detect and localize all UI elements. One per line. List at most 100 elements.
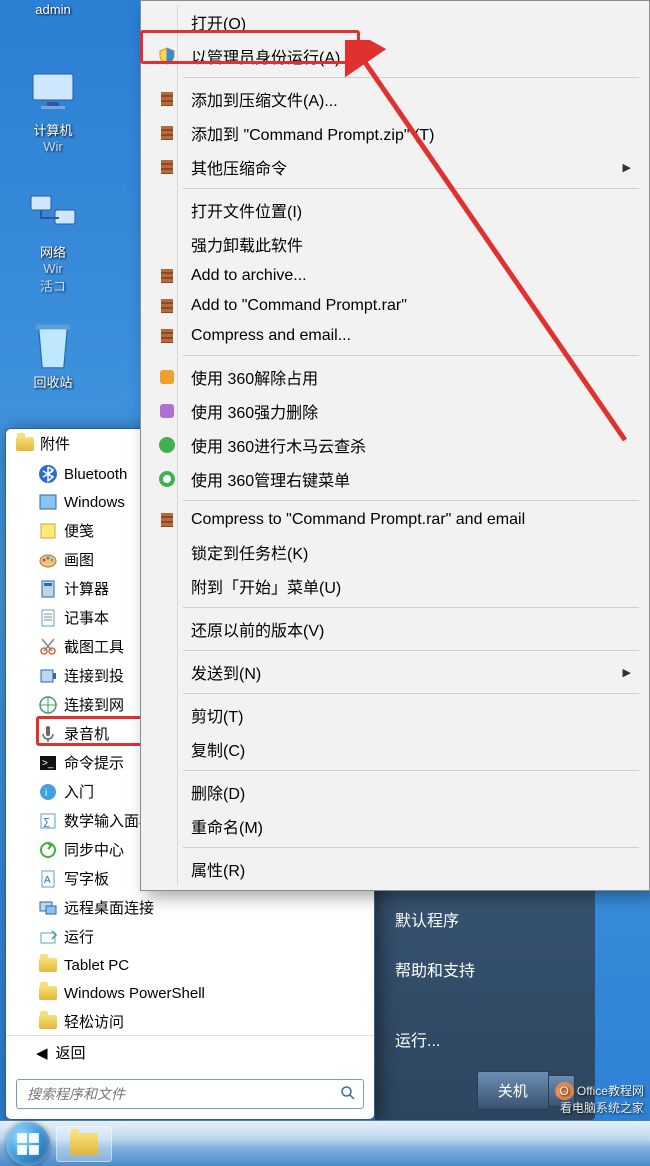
desktop-icon-admin[interactable]: admin — [18, 2, 88, 17]
back-button[interactable]: ◀ 返回 — [6, 1035, 374, 1069]
program-item-label: Windows — [64, 494, 125, 511]
svg-text:A: A — [44, 875, 51, 886]
context-menu-item[interactable]: 剪切(T) — [143, 698, 647, 732]
program-item-folder[interactable]: Tablet PC — [12, 951, 368, 979]
submenu-arrow-icon: ▶ — [623, 666, 639, 679]
wordpad-icon: A — [38, 869, 58, 889]
program-item-label: 连接到投 — [64, 665, 124, 686]
context-menu-label: Add to archive... — [183, 267, 639, 285]
back-arrow-icon: ◀ — [36, 1044, 48, 1062]
rar-icon — [151, 510, 183, 530]
program-item-folder[interactable]: Windows PowerShell — [12, 979, 368, 1007]
desktop-icon-label: 回收站 — [18, 372, 88, 391]
context-menu-item[interactable]: 添加到 "Command Prompt.zip" (T) — [143, 116, 647, 150]
program-item-label: 记事本 — [64, 607, 109, 628]
shutdown-button[interactable]: 关机 — [477, 1071, 549, 1110]
rar-icon — [151, 326, 183, 346]
search-icon — [340, 1085, 356, 1106]
right-link-run[interactable]: 运行... — [375, 1014, 595, 1064]
rar-icon — [151, 123, 183, 143]
program-item-run[interactable]: 运行 — [12, 922, 368, 951]
program-item-label: Tablet PC — [64, 957, 129, 974]
context-menu-item[interactable]: 发送到(N)▶ — [143, 655, 647, 689]
program-item-label: 画图 — [64, 549, 94, 570]
search-input[interactable] — [16, 1079, 364, 1109]
run-icon — [38, 927, 58, 947]
context-menu-label: 还原以前的版本(V) — [183, 617, 639, 641]
desktop-icon-computer[interactable]: 计算机 Wir — [18, 68, 88, 154]
context-menu-item[interactable]: Add to "Command Prompt.rar" — [143, 291, 647, 321]
program-item-label: 写字板 — [64, 868, 109, 889]
watermark: OOffice教程网 看电脑系统之家 — [555, 1082, 644, 1116]
context-menu-item[interactable]: 强力卸载此软件 — [143, 227, 647, 261]
right-link-help[interactable]: 帮助和支持 — [375, 944, 595, 994]
context-menu-label: Compress and email... — [183, 327, 639, 345]
context-menu-item[interactable]: 属性(R) — [143, 852, 647, 886]
context-menu: 打开(O)以管理员身份运行(A) 添加到压缩文件(A)...添加到 "Comman… — [140, 0, 650, 891]
folder-icon — [38, 955, 58, 975]
math-icon: ∑ — [38, 811, 58, 831]
context-menu-label: 使用 360解除占用 — [183, 365, 639, 389]
context-menu-item[interactable]: 打开文件位置(I) — [143, 193, 647, 227]
context-menu-label: Compress to "Command Prompt.rar" and ema… — [183, 511, 639, 529]
desktop-icon-label: admin — [18, 2, 88, 17]
program-item-label: Windows PowerShell — [64, 985, 205, 1002]
separator — [183, 650, 639, 651]
context-menu-item[interactable]: 使用 360管理右键菜单 — [143, 462, 647, 496]
program-item-label: Bluetooth — [64, 466, 127, 483]
context-menu-item[interactable]: 删除(D) — [143, 775, 647, 809]
program-item-label: 远程桌面连接 — [64, 897, 154, 918]
start-button[interactable] — [6, 1122, 50, 1166]
context-menu-item[interactable]: 复制(C) — [143, 732, 647, 766]
context-menu-item[interactable]: 以管理员身份运行(A) — [143, 39, 647, 73]
context-menu-label: 附到「开始」菜单(U) — [183, 574, 639, 598]
windows-icon — [38, 492, 58, 512]
context-menu-item[interactable]: Add to archive... — [143, 261, 647, 291]
context-menu-label: 使用 360管理右键菜单 — [183, 467, 639, 491]
rdp-icon — [38, 898, 58, 918]
program-item-label: 便笺 — [64, 520, 94, 541]
desktop-icon-network[interactable]: 网络 Wir 活コ — [18, 190, 88, 295]
360a-icon — [151, 367, 183, 387]
shield-icon — [151, 46, 183, 66]
program-item-label: 轻松访问 — [64, 1011, 124, 1032]
sync-icon — [38, 840, 58, 860]
search-row — [6, 1069, 374, 1119]
context-menu-item[interactable]: 其他压缩命令▶ — [143, 150, 647, 184]
context-menu-item[interactable]: Compress to "Command Prompt.rar" and ema… — [143, 505, 647, 535]
360b-icon — [151, 401, 183, 421]
computer-icon — [29, 68, 77, 116]
rar-icon — [151, 296, 183, 316]
folder-icon — [38, 1012, 58, 1032]
program-item-rdp[interactable]: 远程桌面连接 — [12, 893, 368, 922]
context-menu-item[interactable]: 重命名(M) — [143, 809, 647, 843]
submenu-arrow-icon: ▶ — [623, 161, 639, 174]
context-menu-label: 其他压缩命令 — [183, 155, 623, 179]
context-menu-label: 强力卸载此软件 — [183, 232, 639, 256]
context-menu-item[interactable]: 使用 360强力删除 — [143, 394, 647, 428]
sticky-icon — [38, 521, 58, 541]
program-item-folder[interactable]: 轻松访问 — [12, 1007, 368, 1035]
360c-icon — [151, 435, 183, 455]
context-menu-item[interactable]: 使用 360解除占用 — [143, 360, 647, 394]
context-menu-label: 删除(D) — [183, 780, 639, 804]
taskbar-explorer[interactable] — [56, 1126, 112, 1162]
cmd-icon: >_ — [38, 753, 58, 773]
context-menu-item[interactable]: 附到「开始」菜单(U) — [143, 569, 647, 603]
separator — [183, 693, 639, 694]
context-menu-item[interactable]: 锁定到任务栏(K) — [143, 535, 647, 569]
desktop-icon-recycle[interactable]: 回收站 — [18, 320, 88, 391]
context-menu-item[interactable]: 打开(O) — [143, 5, 647, 39]
right-link-default[interactable]: 默认程序 — [375, 894, 595, 944]
context-menu-label: 发送到(N) — [183, 660, 623, 684]
context-menu-item[interactable]: 添加到压缩文件(A)... — [143, 82, 647, 116]
network-icon — [38, 695, 58, 715]
program-item-label: 运行 — [64, 926, 94, 947]
context-menu-item[interactable]: 还原以前的版本(V) — [143, 612, 647, 646]
snip-icon — [38, 637, 58, 657]
notepad-icon — [38, 608, 58, 628]
context-menu-item[interactable]: 使用 360进行木马云查杀 — [143, 428, 647, 462]
taskbar — [0, 1120, 650, 1166]
calc-icon — [38, 579, 58, 599]
context-menu-item[interactable]: Compress and email... — [143, 321, 647, 351]
